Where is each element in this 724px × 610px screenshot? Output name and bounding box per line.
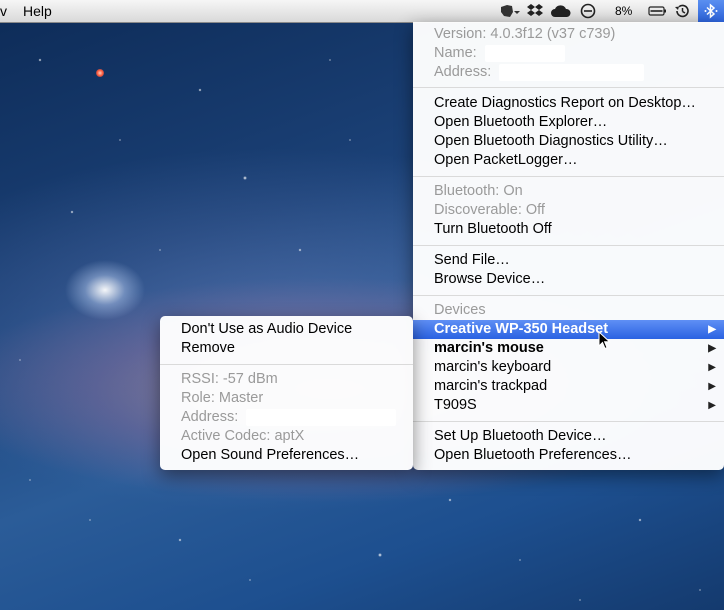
dropbox-icon[interactable] <box>527 3 543 22</box>
bluetooth-menu: Version: 4.0.3f12 (v37 c739) Name: Addre… <box>413 22 724 470</box>
address-label: Address: <box>181 409 239 425</box>
device-label: T909S <box>434 397 477 413</box>
name-label: Name: <box>434 45 477 61</box>
browse-device[interactable]: Browse Device… <box>413 270 724 289</box>
device-marcins-mouse[interactable]: marcin's mouse ▶ <box>413 339 724 358</box>
battery-icon[interactable] <box>648 3 668 22</box>
device-creative-wp-350-headset[interactable]: Creative WP-350 Headset ▶ <box>413 320 724 339</box>
device-marcins-keyboard[interactable]: marcin's keyboard ▶ <box>413 358 724 377</box>
mouse-cursor-icon <box>598 331 611 350</box>
do-not-disturb-icon[interactable] <box>580 3 596 22</box>
submenu-arrow-icon: ▶ <box>708 362 716 373</box>
separator <box>160 364 413 365</box>
open-bluetooth-diagnostics-utility[interactable]: Open Bluetooth Diagnostics Utility… <box>413 132 724 151</box>
submenu-arrow-icon: ▶ <box>708 381 716 392</box>
device-marcins-trackpad[interactable]: marcin's trackpad ▶ <box>413 377 724 396</box>
create-diagnostics-report[interactable]: Create Diagnostics Report on Desktop… <box>413 94 724 113</box>
remove-device[interactable]: Remove <box>160 339 413 358</box>
set-up-bluetooth-device[interactable]: Set Up Bluetooth Device… <box>413 427 724 446</box>
submenu-arrow-icon: ▶ <box>708 324 716 335</box>
device-label: marcin's keyboard <box>434 359 552 375</box>
discoverable-status: Discoverable: Off <box>434 202 545 218</box>
device-label: marcin's trackpad <box>434 378 548 394</box>
send-file[interactable]: Send File… <box>413 251 724 270</box>
dont-use-as-audio-device[interactable]: Don't Use as Audio Device <box>160 320 413 339</box>
open-packetlogger[interactable]: Open PacketLogger… <box>413 151 724 170</box>
open-sound-preferences[interactable]: Open Sound Preferences… <box>160 446 413 465</box>
device-t909s[interactable]: T909S ▶ <box>413 396 724 415</box>
device-label: Creative WP-350 Headset <box>434 321 609 337</box>
active-codec-info: Active Codec: aptX <box>181 428 305 444</box>
device-label: marcin's mouse <box>434 340 544 356</box>
separator <box>413 421 724 422</box>
redacted-address <box>499 63 645 81</box>
open-bluetooth-explorer[interactable]: Open Bluetooth Explorer… <box>413 113 724 132</box>
turn-bluetooth-off[interactable]: Turn Bluetooth Off <box>413 220 724 239</box>
redacted-address <box>246 408 397 426</box>
menu-help[interactable]: Help <box>23 3 52 19</box>
submenu-arrow-icon: ▶ <box>708 343 716 354</box>
bluetooth-menu-button[interactable] <box>698 0 724 22</box>
device-submenu: Don't Use as Audio Device Remove RSSI: -… <box>160 316 413 470</box>
cloud-icon[interactable] <box>550 3 572 22</box>
redacted-name <box>484 44 565 62</box>
address-info: Address: <box>413 63 724 82</box>
version-info: Version: 4.0.3f12 (v37 c739) <box>434 26 616 42</box>
role-info: Role: Master <box>181 390 264 406</box>
name-info: Name: <box>413 44 724 63</box>
bluetooth-status: Bluetooth: On <box>434 183 523 199</box>
separator <box>413 87 724 88</box>
address-label: Address: <box>434 64 492 80</box>
device-address-info: Address: <box>160 408 413 427</box>
wallpaper-star <box>96 69 104 77</box>
time-machine-icon[interactable] <box>673 3 691 22</box>
menu-partial[interactable]: v <box>0 3 7 19</box>
submenu-arrow-icon: ▶ <box>708 400 716 411</box>
menu-bar: v Help 8% <box>0 0 724 23</box>
open-bluetooth-preferences[interactable]: Open Bluetooth Preferences… <box>413 446 724 465</box>
devices-header: Devices <box>434 302 486 318</box>
rssi-info: RSSI: -57 dBm <box>181 371 278 387</box>
battery-percent[interactable]: 8% <box>615 4 632 18</box>
bluetooth-icon <box>704 3 718 19</box>
separator <box>413 245 724 246</box>
separator <box>413 295 724 296</box>
separator <box>413 176 724 177</box>
evernote-icon[interactable] <box>498 3 520 22</box>
